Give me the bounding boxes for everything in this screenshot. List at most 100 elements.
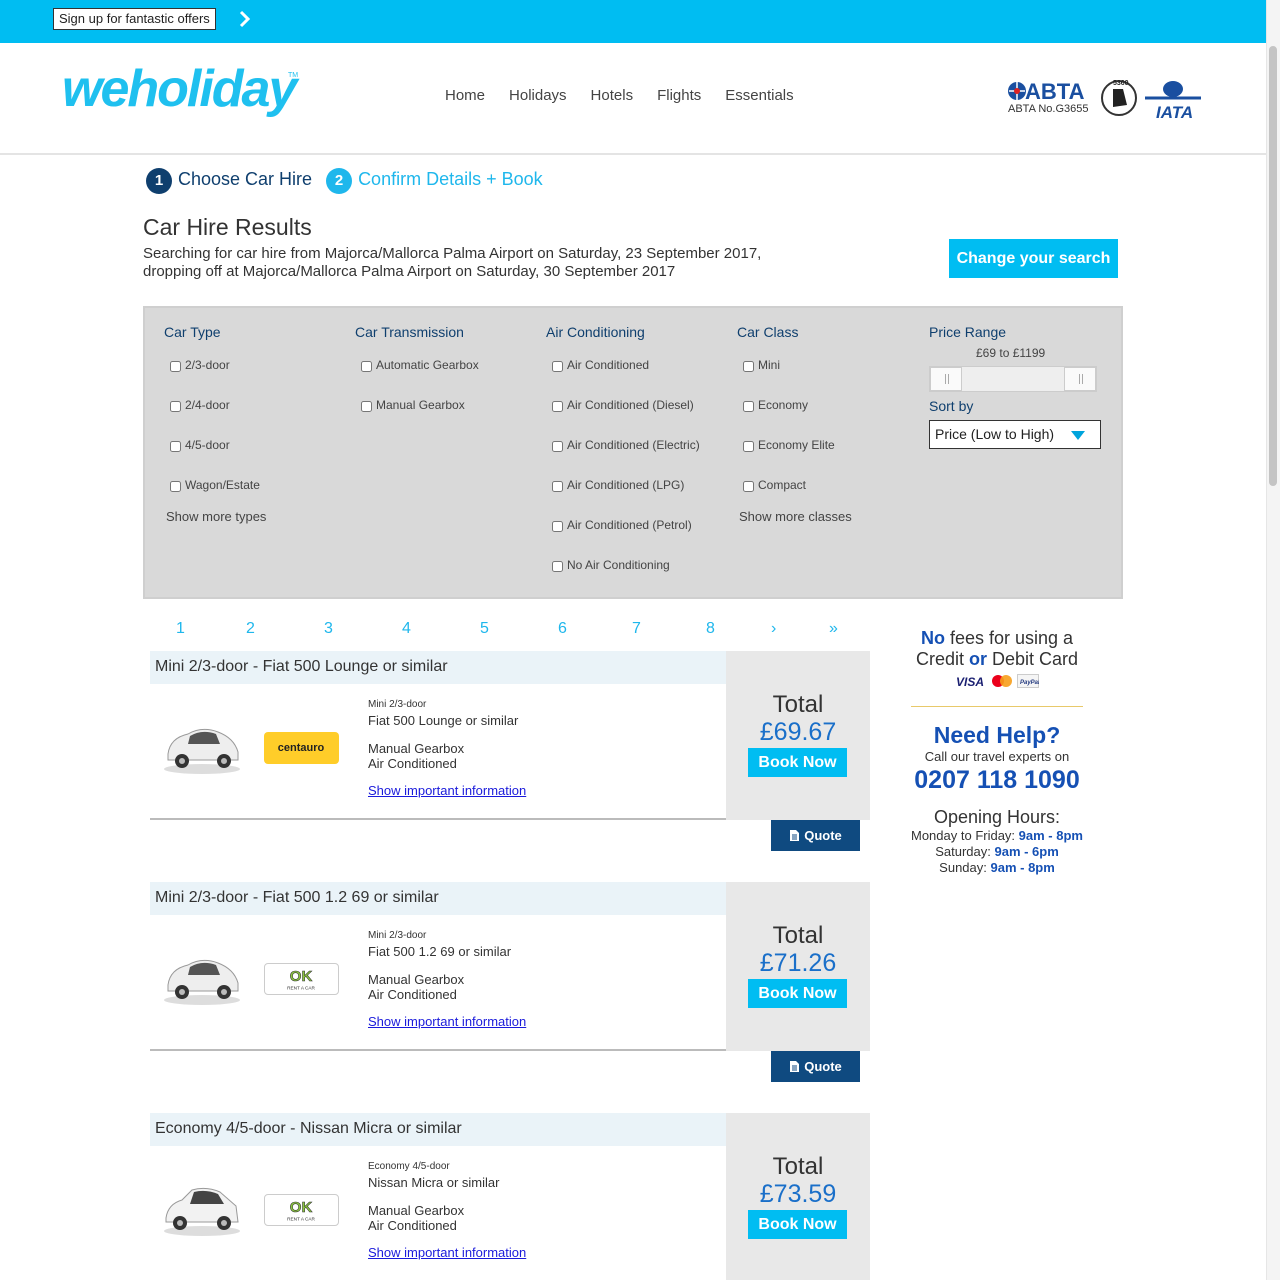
checkbox[interactable] [170, 401, 181, 412]
visa-icon: VISA [956, 675, 984, 688]
book-now-button[interactable]: Book Now [748, 979, 847, 1008]
nav-essentials[interactable]: Essentials [725, 87, 793, 104]
show-important-info-link[interactable]: Show important information [368, 1014, 526, 1029]
step-confirm-details: 2 Confirm Details + Book [326, 168, 543, 194]
weholiday-logo[interactable]: weholiday TM [62, 51, 302, 141]
filter-car-class: Car Class Mini Economy Economy Elite Com… [737, 324, 852, 524]
scrollbar-thumb[interactable] [1269, 46, 1277, 486]
svg-text:RENT A CAR: RENT A CAR [287, 985, 315, 990]
svg-text:centauro: centauro [278, 742, 325, 754]
filter-option[interactable]: Economy Elite [737, 438, 852, 478]
checkbox[interactable] [552, 401, 563, 412]
change-search-button[interactable]: Change your search [949, 239, 1118, 278]
page-link[interactable]: 4 [402, 620, 411, 638]
filter-option[interactable]: 2/4-door [164, 398, 266, 438]
result-details: OK RENT A CAR Economy 4/5-door Nissan Mi… [150, 1146, 726, 1280]
slider-handle-min[interactable] [930, 367, 962, 391]
filter-title: Price Range [929, 324, 1007, 340]
filter-transmission: Car Transmission Automatic Gearbox Manua… [355, 324, 479, 438]
filter-option[interactable]: Air Conditioned (Petrol) [546, 518, 700, 558]
checkbox[interactable] [361, 401, 372, 412]
checkbox[interactable] [552, 521, 563, 532]
divider [911, 706, 1083, 707]
price-range-slider[interactable] [929, 366, 1097, 392]
filter-option[interactable]: Manual Gearbox [355, 398, 479, 438]
sort-select[interactable]: Price (Low to High) [929, 420, 1101, 449]
checkbox[interactable] [743, 441, 754, 452]
page-title: Car Hire Results [143, 214, 312, 240]
opening-hours-title: Opening Hours: [933, 807, 1061, 827]
filter-title: Car Transmission [355, 324, 464, 340]
car-model: Fiat 500 1.2 69 or similar [368, 944, 512, 959]
quote-button[interactable]: Quote [771, 1051, 860, 1082]
chevron-right-icon[interactable] [236, 8, 254, 30]
checkbox[interactable] [552, 441, 563, 452]
car-gearbox: Manual Gearbox [368, 741, 465, 756]
slider-handle-max[interactable] [1064, 367, 1096, 391]
atol-logo-icon: 5360 [1101, 80, 1137, 116]
checkbox[interactable] [552, 561, 563, 572]
car-result: Economy 4/5-door - Nissan Micra or simil… [150, 1113, 870, 1280]
page-link[interactable]: 5 [480, 620, 489, 638]
car-result: Mini 2/3-door - Fiat 500 Lounge or simil… [150, 651, 870, 851]
abta-logo-icon: ABTA [1008, 79, 1085, 104]
filter-option[interactable]: Air Conditioned (Diesel) [546, 398, 700, 438]
filter-option[interactable]: 2/3-door [164, 358, 266, 398]
ok-rent-a-car-logo: OK RENT A CAR [264, 1194, 339, 1226]
page-link[interactable]: 1 [176, 620, 185, 638]
page-link[interactable]: 3 [324, 620, 333, 638]
filter-option[interactable]: Air Conditioned (Electric) [546, 438, 700, 478]
checkbox[interactable] [170, 441, 181, 452]
filter-option[interactable]: No Air Conditioning [546, 558, 700, 598]
help-subtitle: Call our travel experts on [924, 749, 1070, 764]
ok-rent-a-car-logo: OK RENT A CAR [264, 963, 339, 995]
total-label: Total [772, 922, 824, 949]
page-link[interactable]: 8 [706, 620, 715, 638]
search-summary: Searching for car hire from Majorca/Mall… [143, 245, 762, 280]
nav-flights[interactable]: Flights [657, 87, 701, 104]
help-sidebar: No fees for using a Credit or Debit Card… [897, 628, 1097, 876]
filter-option[interactable]: Mini [737, 358, 852, 398]
checkbox[interactable] [743, 361, 754, 372]
mastercard-icon [992, 675, 1012, 687]
show-more-classes-link[interactable]: Show more classes [737, 509, 852, 524]
filter-option[interactable]: Automatic Gearbox [355, 358, 479, 398]
page-link[interactable]: 2 [246, 620, 255, 638]
nav-home[interactable]: Home [445, 87, 485, 104]
checkbox[interactable] [552, 361, 563, 372]
car-air: Air Conditioned [368, 756, 457, 771]
car-class: Mini 2/3-door [368, 699, 427, 710]
next-page-link[interactable]: › [771, 620, 776, 638]
filter-option[interactable]: Air Conditioned [546, 358, 700, 398]
filter-option[interactable]: 4/5-door [164, 438, 266, 478]
filter-air-conditioning: Air Conditioning Air Conditioned Air Con… [546, 324, 700, 598]
show-important-info-link[interactable]: Show important information [368, 1245, 526, 1260]
hours-line: Sunday: 9am - 8pm [939, 860, 1055, 875]
filter-option[interactable]: Air Conditioned (LPG) [546, 478, 700, 518]
scrollbar[interactable] [1266, 0, 1280, 1280]
filter-title: Car Class [737, 324, 799, 340]
signup-button[interactable]: Sign up for fantastic offers [53, 8, 216, 30]
nav-holidays[interactable]: Holidays [509, 87, 567, 104]
book-now-button[interactable]: Book Now [748, 1210, 847, 1239]
sort-by-label: Sort by [929, 398, 974, 414]
nav-hotels[interactable]: Hotels [591, 87, 634, 104]
page-link[interactable]: 6 [558, 620, 567, 638]
checkbox[interactable] [361, 361, 372, 372]
checkbox[interactable] [743, 481, 754, 492]
help-phone-number[interactable]: 0207 118 1090 [897, 766, 1097, 795]
checkbox[interactable] [170, 481, 181, 492]
checkbox[interactable] [170, 361, 181, 372]
show-important-info-link[interactable]: Show important information [368, 783, 526, 798]
page-link[interactable]: 7 [632, 620, 641, 638]
filter-option[interactable]: Economy [737, 398, 852, 438]
quote-button[interactable]: Quote [771, 820, 860, 851]
checkbox[interactable] [743, 401, 754, 412]
book-now-button[interactable]: Book Now [748, 748, 847, 777]
show-more-types-link[interactable]: Show more types [164, 509, 266, 524]
car-image-icon [164, 1187, 240, 1236]
pagination: 1 2 3 4 5 6 7 8 › » [143, 620, 870, 642]
checkbox[interactable] [552, 481, 563, 492]
last-page-link[interactable]: » [829, 620, 838, 638]
total-price: £73.59 [759, 1180, 837, 1208]
